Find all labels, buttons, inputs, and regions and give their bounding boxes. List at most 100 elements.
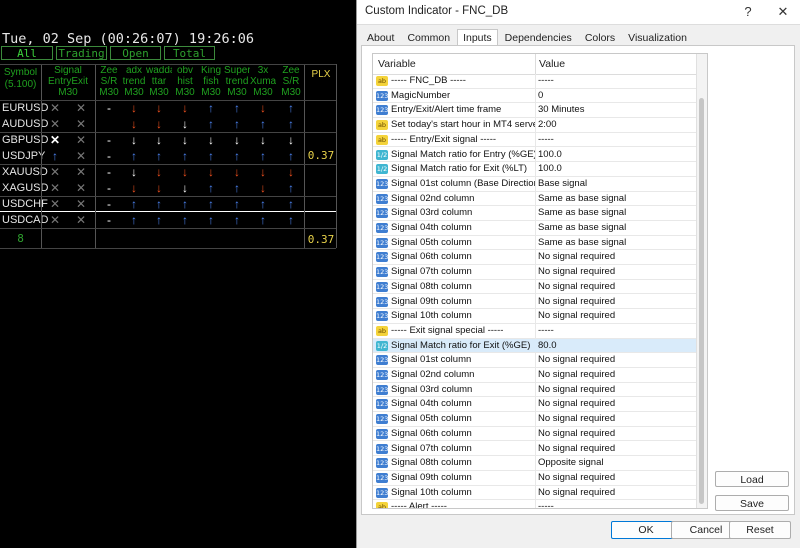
input-row[interactable]: 123 Signal 08th column Opposite signal: [373, 456, 697, 471]
input-value[interactable]: No signal required: [538, 266, 694, 278]
input-value[interactable]: Base signal: [538, 178, 694, 190]
input-row[interactable]: 123 Signal 07th column No signal required: [373, 265, 697, 280]
input-value[interactable]: 100.0: [538, 163, 694, 175]
symbol-label[interactable]: USDJPY: [0, 148, 45, 164]
input-row[interactable]: 123 Signal 02nd column Same as base signal: [373, 192, 697, 207]
input-value[interactable]: No signal required: [538, 384, 694, 396]
input-row[interactable]: 123 Signal 04th column No signal required: [373, 397, 697, 413]
input-row[interactable]: 123 Signal 03rd column Same as base signal: [373, 206, 697, 221]
input-row[interactable]: 123 Signal 04th column Same as base signal: [373, 221, 697, 236]
symbol-row[interactable]: AUDUSD ✕ ✕ ↓ ↓ ↓ ↑ ↑ ↑ ↑: [0, 116, 336, 132]
symbol-row[interactable]: EURUSD ✕ ✕ - ↓ ↓ ↓ ↑ ↑ ↓ ↑: [0, 100, 336, 116]
input-row[interactable]: ab ----- Alert ----- -----: [373, 500, 697, 508]
down-arrow-icon: ↓: [208, 133, 214, 147]
input-row[interactable]: 1/2 Signal Match ratio for Exit (%LT) 100.…: [373, 162, 697, 177]
input-row[interactable]: 123 Entry/Exit/Alert time frame 30 Minutes: [373, 103, 697, 119]
scrollbar-thumb[interactable]: [699, 98, 704, 504]
input-row[interactable]: 123 Signal 06th column No signal required: [373, 427, 697, 442]
input-value[interactable]: No signal required: [538, 413, 694, 425]
input-value[interactable]: No signal required: [538, 369, 694, 381]
column-header-variable[interactable]: Variable: [378, 58, 416, 70]
symbol-label[interactable]: EURUSD: [0, 100, 48, 116]
load-button[interactable]: Load: [715, 471, 789, 487]
input-value[interactable]: 100.0: [538, 149, 694, 161]
input-row[interactable]: 1/2 Signal Match ratio for Entry (%GE) 100…: [373, 148, 697, 163]
symbol-row[interactable]: USDJPY ↑ ✕ - ↑ ↑ ↑ ↑ ↑ ↑ ↑ 0.37: [0, 148, 336, 164]
symbol-row[interactable]: XAUUSD ✕ ✕ - ↓ ↓ ↓ ↓ ↓ ↓ ↓: [0, 164, 336, 180]
input-row[interactable]: 123 Signal 05th column Same as base signal: [373, 236, 697, 251]
filter-total-button[interactable]: Total: [164, 46, 215, 60]
input-row[interactable]: 123 Signal 02nd column No signal required: [373, 368, 697, 383]
integer-type-icon: 123: [376, 208, 389, 219]
input-value[interactable]: No signal required: [538, 251, 694, 263]
dialog-tabs: About Common Inputs Dependencies Colors Visua…: [361, 28, 694, 47]
save-button[interactable]: Save: [715, 495, 789, 511]
input-variable-name: Signal 09th column: [391, 471, 472, 483]
symbol-label[interactable]: AUDUSD: [0, 116, 48, 132]
input-row[interactable]: 123 Signal 08th column No signal required: [373, 280, 697, 295]
input-value[interactable]: -----: [538, 134, 694, 146]
input-value[interactable]: Same as base signal: [538, 207, 694, 219]
input-value[interactable]: 30 Minutes: [538, 104, 694, 116]
total-plx-value: 0.37: [307, 233, 335, 246]
close-icon[interactable]: ✕: [770, 3, 796, 21]
input-value[interactable]: No signal required: [538, 310, 694, 322]
input-value[interactable]: No signal required: [538, 472, 694, 484]
input-value[interactable]: No signal required: [538, 354, 694, 366]
input-row[interactable]: 123 Signal 10th column No signal required: [373, 486, 697, 501]
input-row[interactable]: 123 Signal 09th column No signal required: [373, 471, 697, 486]
filter-trading-button[interactable]: Trading: [56, 46, 107, 60]
input-row[interactable]: ab ----- Entry/Exit signal ----- -----: [373, 133, 697, 148]
input-row[interactable]: 123 Signal 09th column No signal required: [373, 295, 697, 310]
filter-all-button[interactable]: All: [1, 46, 53, 60]
input-value[interactable]: -----: [538, 501, 694, 508]
input-value[interactable]: 0: [538, 90, 694, 102]
input-row[interactable]: 123 Signal 01st column (Base Direction) Ba…: [373, 177, 697, 192]
vertical-scrollbar[interactable]: [696, 54, 707, 508]
input-value[interactable]: Opposite signal: [538, 457, 694, 469]
input-value[interactable]: Same as base signal: [538, 193, 694, 205]
symbol-row[interactable]: USDCAD ✕ ✕ - ↑ ↑ ↑ ↑ ↑ ↑ ↑: [0, 211, 337, 229]
integer-type-icon: 123: [376, 370, 389, 380]
input-value[interactable]: No signal required: [538, 398, 694, 410]
input-value[interactable]: No signal required: [538, 296, 694, 308]
input-row[interactable]: 1/2 Signal Match ratio for Exit (%GE) 80.0: [373, 338, 697, 354]
column-header-value[interactable]: Value: [539, 58, 565, 70]
input-row[interactable]: 123 Signal 01st column No signal required: [373, 353, 697, 368]
input-row[interactable]: 123 Signal 06th column No signal required: [373, 250, 697, 266]
input-row[interactable]: 123 Signal 07th column No signal required: [373, 442, 697, 457]
input-row[interactable]: ab ----- Exit signal special ----- -----: [373, 324, 697, 339]
input-value[interactable]: 80.0: [538, 340, 694, 352]
input-variable-name: Signal Match ratio for Entry (%GE): [391, 148, 535, 160]
input-value[interactable]: No signal required: [538, 281, 694, 293]
input-row[interactable]: 123 Signal 03rd column No signal required: [373, 383, 697, 398]
symbol-label[interactable]: USDCAD: [0, 212, 48, 228]
plx-value: [306, 132, 336, 148]
string-type-icon: ab: [376, 76, 388, 86]
input-value[interactable]: No signal required: [538, 487, 694, 499]
symbol-row[interactable]: GBPUSD ✕ ✕ - ↓ ↓ ↓ ↓ ↓ ↓ ↓: [0, 132, 336, 148]
input-row[interactable]: 123 Signal 05th column No signal required: [373, 412, 697, 427]
input-value[interactable]: No signal required: [538, 443, 694, 455]
symbol-label[interactable]: XAUUSD: [0, 164, 48, 180]
input-row[interactable]: abSet today's start hour in MT4 server t…: [373, 118, 697, 133]
reset-button[interactable]: Reset: [729, 521, 791, 539]
symbol-row[interactable]: XAGUSD ✕ ✕ - ↓ ↓ ↓ ↑ ↑ ↓ ↑: [0, 180, 336, 196]
input-value[interactable]: 2:00: [538, 119, 694, 131]
input-row[interactable]: ab ----- FNC_DB ----- -----: [373, 74, 697, 89]
input-value[interactable]: -----: [538, 325, 694, 337]
input-value[interactable]: No signal required: [538, 428, 694, 440]
help-icon[interactable]: ?: [735, 3, 761, 21]
symbol-label[interactable]: USDCHF: [0, 196, 48, 212]
input-value[interactable]: Same as base signal: [538, 237, 694, 249]
symbol-row[interactable]: USDCHF ✕ ✕ - ↑ ↑ ↑ ↑ ↑ ↑ ↑: [0, 196, 336, 212]
input-row[interactable]: 123 MagicNumber 0: [373, 89, 697, 104]
filter-open-button[interactable]: Open: [110, 46, 161, 60]
symbol-label[interactable]: XAGUSD: [0, 180, 48, 196]
input-row[interactable]: 123 Signal 10th column No signal required: [373, 309, 697, 324]
symbol-label[interactable]: GBPUSD: [0, 132, 48, 148]
input-variable-name: Signal 03rd column: [391, 383, 473, 395]
integer-type-icon: 123: [376, 472, 389, 483]
input-value[interactable]: -----: [538, 75, 694, 87]
input-value[interactable]: Same as base signal: [538, 222, 694, 234]
